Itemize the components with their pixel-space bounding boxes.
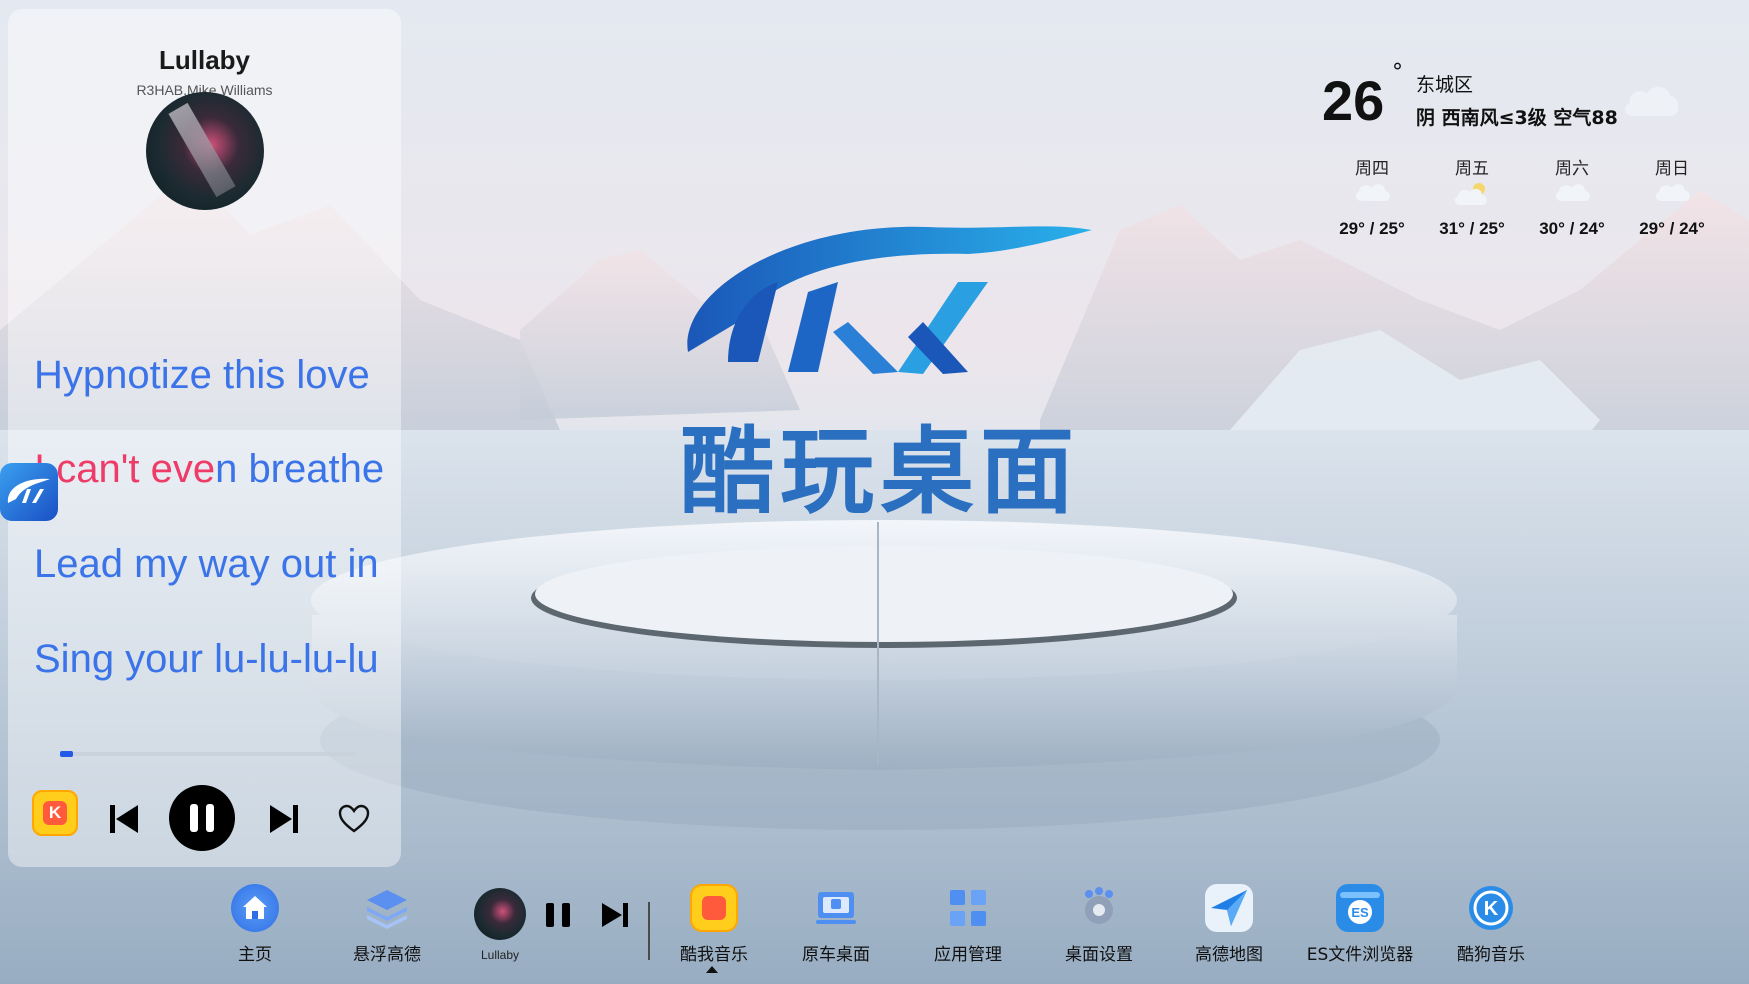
- dock-mini-album-art[interactable]: [474, 888, 526, 940]
- kuwo-music-app-icon[interactable]: K: [32, 790, 78, 836]
- dock-item-app-manager[interactable]: 应用管理: [913, 884, 1023, 965]
- dock-pause-button[interactable]: [542, 898, 574, 932]
- progress-bar[interactable]: [60, 751, 356, 757]
- album-art[interactable]: [146, 92, 264, 210]
- forecast-day: 周日 29° / 24°: [1622, 154, 1722, 239]
- amap-navigation-icon: [1205, 884, 1253, 932]
- previous-track-button[interactable]: [102, 797, 146, 841]
- dock-item-amap[interactable]: 高德地图: [1174, 884, 1284, 965]
- cloud-rain-icon: [1655, 184, 1690, 212]
- cloud-drizzle-icon: [1555, 184, 1590, 210]
- layers-icon: [363, 884, 411, 932]
- lyric-sung-part: I can't eve: [34, 447, 216, 491]
- skip-previous-icon: [110, 805, 138, 833]
- lyric-line: Lead my way out in: [34, 542, 379, 586]
- dock-label: 酷我音乐: [680, 945, 748, 965]
- dock-mini-track-title: Lullaby: [480, 948, 520, 962]
- forecast-temp-range: 31° / 25°: [1439, 219, 1505, 238]
- music-player-card[interactable]: Lullaby R3HAB,Mike Williams Hypnotize th…: [8, 9, 401, 867]
- kuwo-logo-icon: K: [43, 801, 67, 825]
- dock-next-button[interactable]: [598, 898, 632, 932]
- dock-label: 主页: [238, 945, 272, 965]
- cloud-rain-icon: [1355, 184, 1390, 212]
- active-indicator: [706, 966, 718, 973]
- es-file-explorer-icon: ES: [1336, 884, 1384, 932]
- forecast-day-label: 周日: [1655, 159, 1689, 179]
- center-logo-text: 酷玩桌面: [679, 418, 1080, 527]
- pause-icon: [190, 804, 214, 832]
- dock-label: 原车桌面: [802, 945, 870, 965]
- dock-label: ES文件浏览器: [1306, 945, 1414, 965]
- heart-outline-icon: [338, 804, 370, 833]
- app-logo-icon: [7, 478, 51, 503]
- forecast-day-label: 周六: [1555, 159, 1589, 179]
- lyric-line: Hypnotize this love: [34, 353, 370, 397]
- dock-item-oem-desktop[interactable]: 原车桌面: [781, 884, 891, 965]
- dock-label: 桌面设置: [1065, 945, 1133, 965]
- lyric-line: Sing your lu-lu-lu-lu: [34, 637, 379, 681]
- degree-symbol: °: [1392, 60, 1403, 85]
- dock-label: 酷狗音乐: [1457, 945, 1525, 965]
- kugou-icon: K: [1467, 884, 1515, 932]
- forecast-day-label: 周四: [1355, 159, 1389, 179]
- kuwo-icon: [690, 884, 738, 932]
- dock-item-desktop-settings[interactable]: 桌面设置: [1044, 884, 1154, 965]
- dock-item-es-file[interactable]: ES ES文件浏览器: [1305, 884, 1415, 965]
- svg-text:ES: ES: [1351, 905, 1369, 920]
- pause-icon: [546, 903, 570, 927]
- lyric-line-current: I can't even breathe: [34, 447, 389, 492]
- weather-district: 东城区: [1416, 74, 1474, 96]
- forecast-day: 周五 31° / 25°: [1422, 154, 1522, 239]
- floating-app-logo[interactable]: [0, 463, 58, 521]
- current-temperature: 26: [1322, 69, 1385, 132]
- forecast-temp-range: 29° / 24°: [1639, 219, 1705, 238]
- dock-label: 悬浮高德: [353, 945, 421, 965]
- apps-grid-icon: [944, 884, 992, 932]
- dock-label: 高德地图: [1195, 945, 1263, 965]
- forecast-temp-range: 29° / 25°: [1339, 219, 1405, 238]
- weather-condition: 阴 西南风≤3级 空气88: [1416, 107, 1618, 129]
- forecast-day: 周六 30° / 24°: [1522, 154, 1622, 239]
- pause-button[interactable]: [169, 785, 235, 851]
- lyric-unsung-part: n breathe: [215, 447, 385, 491]
- skip-next-icon: [270, 805, 298, 833]
- dock-divider: [648, 902, 650, 960]
- next-track-button[interactable]: [262, 797, 306, 841]
- cloud-icon: [1625, 86, 1679, 116]
- dock-item-float-amap[interactable]: 悬浮高德: [332, 884, 442, 965]
- song-title: Lullaby: [158, 45, 250, 75]
- forecast-temp-range: 30° / 24°: [1539, 219, 1605, 238]
- dock-item-kuwo[interactable]: 酷我音乐: [659, 884, 769, 965]
- forecast-day-label: 周五: [1455, 159, 1489, 179]
- monitor-icon: [812, 884, 860, 932]
- dock-item-home[interactable]: 主页: [200, 884, 310, 965]
- home-icon: [231, 884, 279, 932]
- dock-label: 应用管理: [934, 945, 1002, 965]
- skip-next-icon: [602, 903, 628, 927]
- svg-text:K: K: [1484, 898, 1499, 920]
- favorite-button[interactable]: [334, 799, 374, 839]
- sun-cloud-icon: [1454, 183, 1487, 205]
- dock-item-kugou[interactable]: K 酷狗音乐: [1436, 884, 1546, 965]
- progress-fill: [60, 751, 74, 757]
- center-logo-mark: [687, 226, 1092, 374]
- forecast-day: 周四 29° / 25°: [1322, 154, 1422, 239]
- gear-icon: [1075, 884, 1123, 932]
